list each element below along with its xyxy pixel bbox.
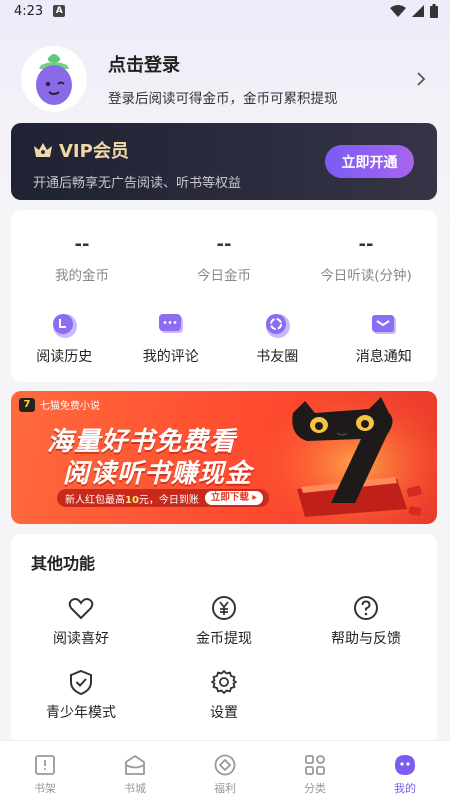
help-icon [354, 596, 378, 620]
bookstore-icon [125, 755, 145, 775]
tab-category[interactable]: 分类 [270, 741, 360, 800]
func-label: 青少年模式 [46, 705, 116, 721]
shield-icon [70, 669, 92, 696]
banner-brand: 7 七猫免费小说 [19, 397, 100, 412]
tab-bookstore[interactable]: 书城 [90, 741, 180, 800]
quick-reading-history[interactable]: 阅读历史 [11, 310, 118, 366]
notification-a-icon: A [53, 5, 66, 17]
func-label: 金币提现 [196, 631, 252, 647]
tab-bookshelf[interactable]: 书架 [0, 741, 90, 800]
func-teen-mode[interactable]: 青少年模式 [21, 668, 141, 722]
reading-history-icon [53, 314, 78, 338]
tab-label: 书架 [34, 782, 56, 795]
func-coin-withdraw[interactable]: 金币提现 [164, 594, 284, 648]
quick-label: 阅读历史 [36, 349, 93, 365]
chevron-right-icon[interactable] [412, 70, 430, 88]
stat-label: 今日听读(分钟) [320, 268, 412, 284]
brand-logo-icon: 7 [19, 397, 35, 412]
tab-mine[interactable]: 我的 [360, 741, 450, 800]
stat-label: 我的金币 [55, 268, 109, 284]
eggplant-mascot-icon [36, 54, 72, 105]
stat-value: -- [216, 234, 232, 255]
gear-icon [211, 670, 237, 694]
vip-title: VIP会员 [59, 141, 129, 162]
quick-book-circle[interactable]: 书友圈 [224, 310, 331, 366]
stat-today-coins[interactable]: -- 今日金币 [153, 234, 295, 284]
tab-welfare[interactable]: 福利 [180, 741, 270, 800]
category-icon [305, 755, 325, 775]
stats-card: -- 我的金币 -- 今日金币 -- 今日听读(分钟) 阅读历史 我的评论 书友… [11, 210, 437, 382]
banner-promo: 新人红包最高10元，今日到账 立即下载 ▸ [57, 489, 269, 507]
func-help-feedback[interactable]: 帮助与反馈 [306, 594, 426, 648]
bottom-tab-bar: 书架 书城 福利 分类 我的 [0, 740, 450, 800]
quick-label: 消息通知 [355, 349, 412, 365]
profile-icon [395, 755, 415, 775]
promo-prefix: 新人红包最高 [65, 494, 125, 506]
quick-label: 我的评论 [142, 349, 199, 365]
quick-label: 书友圈 [256, 349, 299, 365]
signal-icon [412, 5, 424, 17]
comment-icon [158, 314, 183, 333]
func-label: 帮助与反馈 [331, 631, 401, 647]
yen-icon [212, 596, 236, 620]
avatar[interactable] [20, 45, 88, 113]
battery-icon [430, 4, 438, 18]
bookshelf-icon [35, 755, 55, 775]
stat-today-listen[interactable]: -- 今日听读(分钟) [295, 234, 437, 284]
black-cat-seven-illustration [257, 391, 437, 524]
stat-my-coins[interactable]: -- 我的金币 [11, 234, 153, 284]
tab-label: 福利 [214, 782, 236, 795]
stat-label: 今日金币 [197, 268, 251, 284]
quick-my-comments[interactable]: 我的评论 [118, 310, 225, 366]
vip-card[interactable]: VIP会员 开通后畅享无广告阅读、听书等权益 立即开通 [11, 123, 437, 200]
vip-open-button[interactable]: 立即开通 [325, 145, 414, 178]
quick-notifications[interactable]: 消息通知 [331, 310, 438, 366]
tab-label: 书城 [124, 782, 146, 795]
wifi-icon [390, 5, 406, 17]
func-label: 设置 [210, 705, 238, 721]
tab-label: 我的 [394, 782, 416, 795]
book-circle-icon [266, 314, 291, 338]
other-functions-card: 其他功能 阅读喜好 金币提现 帮助与反馈 青少年模式 设置 [11, 534, 437, 744]
func-reading-preference[interactable]: 阅读喜好 [21, 594, 141, 648]
promo-amount: 10 [125, 494, 139, 506]
banner-download-button[interactable]: 立即下载 ▸ [204, 491, 263, 505]
status-time: 4:23 [14, 3, 44, 19]
brand-name: 七猫免费小说 [40, 401, 100, 412]
welfare-icon [214, 754, 236, 776]
login-title[interactable]: 点击登录 [108, 51, 412, 77]
stat-value: -- [358, 234, 374, 255]
tab-label: 分类 [304, 782, 326, 795]
crown-icon [34, 143, 52, 157]
section-title: 其他功能 [31, 554, 96, 573]
stat-value: -- [74, 234, 90, 255]
heart-icon [68, 598, 94, 620]
login-subtitle: 登录后阅读可得金币，金币可累积提现 [108, 91, 338, 107]
func-settings[interactable]: 设置 [164, 668, 284, 722]
promo-banner[interactable]: 7 七猫免费小说 海量好书免费看 阅读听书赚现金 新人红包最高10元，今日到账 … [11, 391, 437, 524]
banner-headline-2: 阅读听书赚现金 [63, 459, 253, 489]
status-bar: 4:23 A [0, 0, 450, 22]
promo-suffix: 元，今日到账 [138, 494, 199, 506]
login-row[interactable]: 点击登录 登录后阅读可得金币，金币可累积提现 [20, 44, 430, 114]
notification-icon [371, 315, 396, 334]
func-label: 阅读喜好 [53, 631, 109, 647]
